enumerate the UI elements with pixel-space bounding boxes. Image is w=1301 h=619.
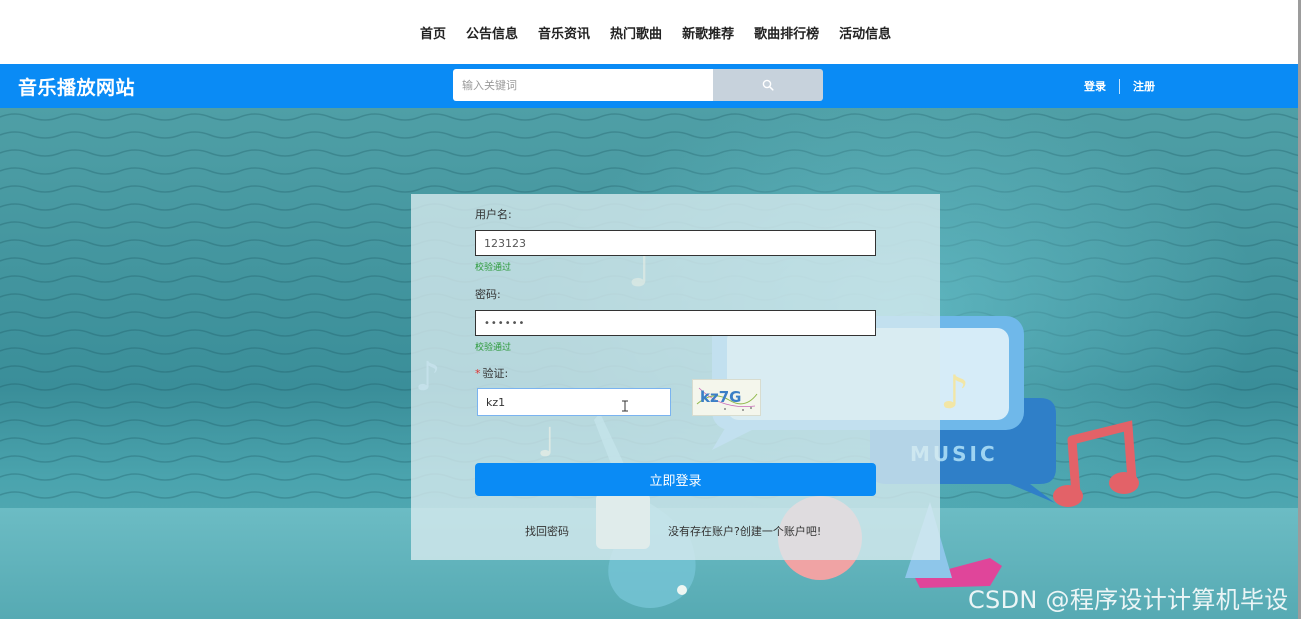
username-valid-message: 校验通过 (475, 263, 512, 273)
top-navigation: 首页 公告信息 音乐资讯 热门歌曲 新歌推荐 歌曲排行榜 活动信息 (0, 0, 1301, 64)
search-button[interactable] (713, 69, 823, 101)
captcha-label: * 验证: (475, 365, 508, 381)
top-menu: 首页 公告信息 音乐资讯 热门歌曲 新歌推荐 歌曲排行榜 活动信息 (410, 0, 901, 64)
login-submit-button[interactable]: 立即登录 (475, 463, 876, 496)
password-input[interactable] (475, 310, 876, 336)
captcha-text: kz7G (700, 388, 741, 406)
register-link[interactable]: 注册 (1133, 78, 1155, 94)
captcha-label-text: 验证: (482, 367, 509, 380)
captcha-image[interactable]: kz7G (692, 379, 761, 416)
required-mark: * (475, 367, 481, 380)
nav-item-events[interactable]: 活动信息 (839, 23, 891, 42)
nav-item-music-news[interactable]: 音乐资讯 (538, 23, 590, 42)
text-cursor-icon (622, 400, 628, 412)
password-label: 密码: (475, 288, 501, 301)
login-link[interactable]: 登录 (1084, 78, 1106, 94)
auth-links: 登录 注册 (1084, 64, 1155, 108)
watermark: CSDN @程序设计计算机毕设 (968, 586, 1289, 614)
captcha-graphic: kz7G (696, 387, 758, 411)
captcha-input[interactable] (477, 388, 671, 416)
search-input[interactable] (453, 69, 713, 101)
username-label: 用户名: (475, 208, 512, 221)
nav-item-home[interactable]: 首页 (420, 23, 446, 42)
forgot-password-link[interactable]: 找回密码 (525, 523, 569, 539)
site-header: 音乐播放网站 登录 注册 (0, 64, 1301, 108)
nav-item-song-chart[interactable]: 歌曲排行榜 (754, 23, 819, 42)
login-panel: 用户名: 校验通过 密码: 校验通过 *验证: kz7G 立即登录 找回密码 没… (411, 194, 940, 560)
nav-item-new-songs[interactable]: 新歌推荐 (682, 23, 734, 42)
site-title: 音乐播放网站 (18, 77, 136, 99)
create-account-link[interactable]: 没有存在账户?创建一个账户吧! (668, 523, 821, 539)
nav-item-announcements[interactable]: 公告信息 (466, 23, 518, 42)
window-note-icon: ♪ (940, 365, 969, 419)
username-input[interactable] (475, 230, 876, 256)
nav-item-hot-songs[interactable]: 热门歌曲 (610, 23, 662, 42)
auth-divider (1119, 78, 1120, 94)
password-valid-message: 校验通过 (475, 343, 512, 353)
search-icon (762, 76, 774, 95)
